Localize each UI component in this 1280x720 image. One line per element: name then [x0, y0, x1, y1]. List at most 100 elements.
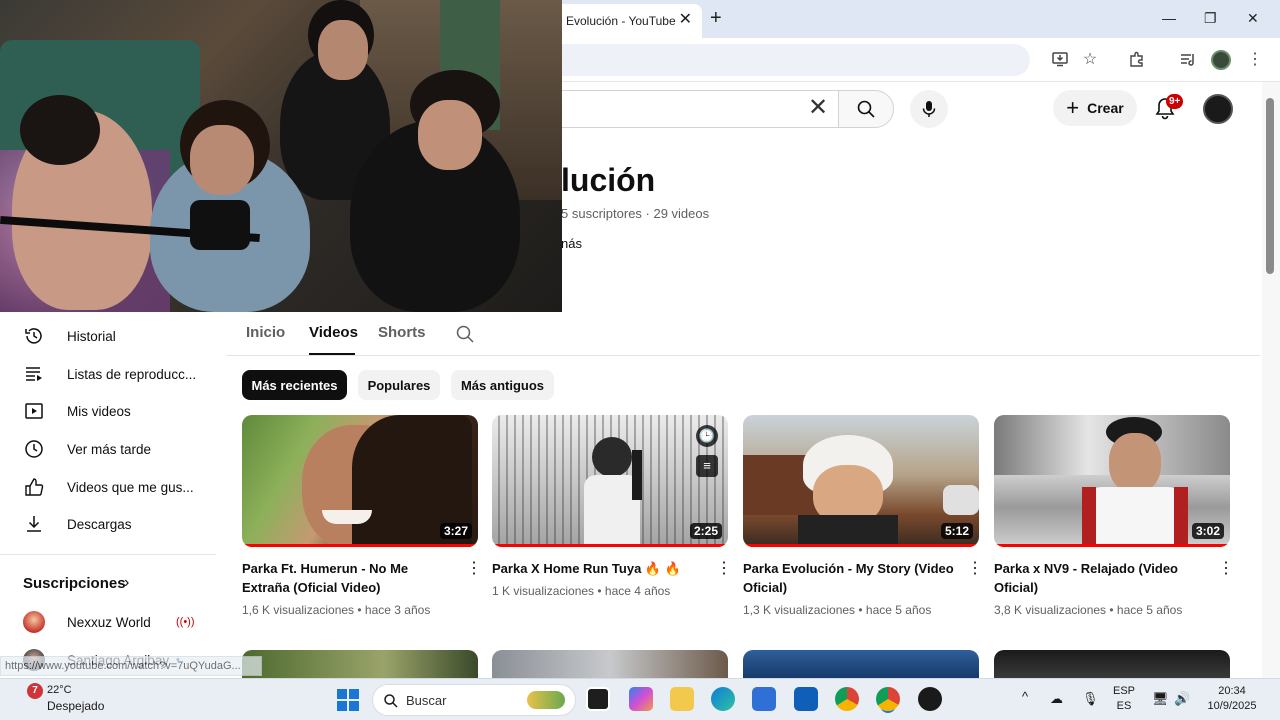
chrome-icon[interactable]: [835, 687, 859, 711]
sidebar-item-history[interactable]: Historial: [0, 317, 216, 355]
tray-chevron-icon[interactable]: ^: [1022, 689, 1028, 704]
sidebar-item-label: Descargas: [67, 516, 132, 532]
clear-search-icon[interactable]: ✕: [808, 96, 828, 120]
windows-start-icon[interactable]: [337, 689, 359, 711]
search-icon: [857, 100, 875, 118]
sidebar-item-watch-later[interactable]: Ver más tarde: [0, 430, 216, 468]
video-thumbnail[interactable]: 5:12: [743, 415, 979, 547]
video-title[interactable]: Parka Evolución - My Story (Video Oficia…: [743, 559, 957, 597]
video-title[interactable]: Parka x NV9 - Relajado (Video Oficial): [994, 559, 1208, 597]
sidebar-item-downloads[interactable]: Descargas: [0, 505, 216, 543]
more-options-icon[interactable]: ⋮: [466, 561, 482, 577]
close-window-button[interactable]: ✕: [1247, 10, 1259, 27]
menu-icon[interactable]: ⋮: [1245, 50, 1265, 70]
download-icon: [23, 513, 45, 535]
task-view-icon[interactable]: [586, 687, 610, 711]
tab-videos[interactable]: Videos: [309, 324, 358, 341]
more-options-icon[interactable]: ⋮: [716, 561, 732, 577]
browser-tab-active[interactable]: Evolución - YouTube ✕: [540, 4, 702, 38]
microphone-prop: [190, 200, 250, 250]
channel-search-icon[interactable]: [455, 324, 475, 344]
video-title[interactable]: Parka X Home Run Tuya 🔥 🔥: [492, 559, 706, 578]
star-icon[interactable]: ☆: [1080, 50, 1100, 70]
chip-oldest[interactable]: Más antiguos: [451, 370, 554, 400]
sidebar-item-playlists[interactable]: Listas de reproducc...: [0, 355, 216, 393]
playlists-icon: [23, 363, 45, 385]
sidebar-item-label: Videos que me gus...: [67, 479, 194, 495]
video-thumbnail[interactable]: 3:02: [994, 415, 1230, 547]
watch-later-overlay-icon[interactable]: 🕒: [696, 425, 718, 447]
video-thumbnail-partial[interactable]: [242, 650, 478, 678]
video-thumbnail-partial[interactable]: [994, 650, 1230, 678]
link-status-bubble: https://www.youtube.com/watch?v=7uQYudaG…: [0, 656, 262, 676]
sidebar-item-liked-videos[interactable]: Videos que me gus...: [0, 468, 216, 506]
video-title[interactable]: Parka Ft. Humerun - No Me Extraña (Ofici…: [242, 559, 456, 597]
search-input[interactable]: [540, 90, 840, 128]
subscription-item-nexxuz-world[interactable]: Nexxuz World ((•)): [0, 603, 216, 641]
tab-shorts[interactable]: Shorts: [378, 324, 426, 341]
channel-description-more[interactable]: nás: [561, 236, 582, 251]
extensions-icon[interactable]: [1127, 50, 1147, 70]
media-icon[interactable]: [1178, 50, 1198, 70]
language-indicator-bottom[interactable]: ES: [1112, 700, 1136, 712]
outlook-icon[interactable]: [794, 687, 818, 711]
add-to-queue-icon[interactable]: ≡: [696, 455, 718, 477]
microphone-tray-icon[interactable]: 🎙: [1082, 691, 1099, 707]
video-card[interactable]: 5:12 Parka Evolución - My Story (Video O…: [743, 415, 983, 617]
install-icon[interactable]: [1050, 50, 1070, 70]
account-avatar[interactable]: [1203, 94, 1233, 124]
microphone-icon: [922, 101, 936, 117]
chrome-profile-icon[interactable]: [876, 687, 900, 711]
windows-taskbar: 7 22°C Despejado Buscar ^ ☁ 🎙 ESP ES 🖥 🔊…: [0, 678, 1280, 720]
network-icon[interactable]: 🖥: [1152, 691, 1169, 707]
app-icon[interactable]: [918, 687, 942, 711]
search-button[interactable]: [838, 90, 894, 128]
search-highlight-icon: [527, 691, 565, 709]
active-tab-indicator: [309, 353, 355, 355]
video-thumbnail[interactable]: 🕒 ≡ 2:25: [492, 415, 728, 547]
watch-later-icon: [23, 438, 45, 460]
scrollbar-thumb[interactable]: [1266, 98, 1274, 274]
video-duration: 5:12: [940, 523, 973, 539]
page-scrollbar[interactable]: [1262, 82, 1280, 678]
restore-button[interactable]: ❐: [1204, 10, 1217, 27]
profile-icon[interactable]: [1211, 50, 1231, 70]
edge-icon[interactable]: [711, 687, 735, 711]
video-card[interactable]: 3:27 Parka Ft. Humerun - No Me Extraña (…: [242, 415, 482, 617]
onedrive-icon[interactable]: ☁: [1050, 691, 1063, 707]
voice-search-button[interactable]: [910, 90, 948, 128]
more-options-icon[interactable]: ⋮: [967, 561, 983, 577]
chevron-right-icon[interactable]: ›: [124, 574, 129, 592]
chip-popular[interactable]: Populares: [358, 370, 440, 400]
file-explorer-icon[interactable]: [670, 687, 694, 711]
new-tab-button[interactable]: +: [710, 8, 722, 28]
language-indicator-top[interactable]: ESP: [1112, 685, 1136, 697]
subscriptions-heading[interactable]: Suscripciones: [23, 575, 126, 592]
sidebar: Historial Listas de reproducc... Mis vid…: [0, 312, 216, 678]
chip-most-recent[interactable]: Más recientes: [242, 370, 347, 400]
weather-icon[interactable]: 7: [27, 683, 43, 699]
weather-description[interactable]: Despejado: [47, 699, 104, 713]
clock-time[interactable]: 20:34: [1200, 685, 1264, 697]
video-thumbnail-partial[interactable]: [743, 650, 979, 678]
taskbar-search[interactable]: Buscar: [372, 684, 576, 716]
clock-date[interactable]: 10/9/2025: [1200, 700, 1264, 712]
weather-temperature[interactable]: 22°C: [47, 684, 72, 696]
tab-close-icon[interactable]: ✕: [679, 12, 692, 28]
sidebar-item-my-videos[interactable]: Mis videos: [0, 392, 216, 430]
more-options-icon[interactable]: ⋮: [1218, 561, 1234, 577]
store-icon[interactable]: [752, 687, 776, 711]
minimize-button[interactable]: —: [1162, 10, 1176, 26]
video-meta: 1 K visualizaciones • hace 4 años: [492, 584, 671, 598]
create-button[interactable]: + Crear: [1053, 90, 1137, 126]
video-thumbnail-partial[interactable]: [492, 650, 728, 678]
tab-inicio[interactable]: Inicio: [246, 324, 285, 341]
video-card[interactable]: 3:02 Parka x NV9 - Relajado (Video Ofici…: [994, 415, 1234, 617]
webcam-overlay: [0, 0, 562, 312]
subscription-name: Nexxuz World: [67, 614, 151, 630]
video-thumbnail[interactable]: 3:27: [242, 415, 478, 547]
copilot-icon[interactable]: [629, 687, 653, 711]
video-card[interactable]: 🕒 ≡ 2:25 Parka X Home Run Tuya 🔥 🔥 1 K v…: [492, 415, 732, 598]
volume-icon[interactable]: 🔊: [1174, 691, 1190, 707]
video-meta: 1,6 K visualizaciones • hace 3 años: [242, 603, 431, 617]
